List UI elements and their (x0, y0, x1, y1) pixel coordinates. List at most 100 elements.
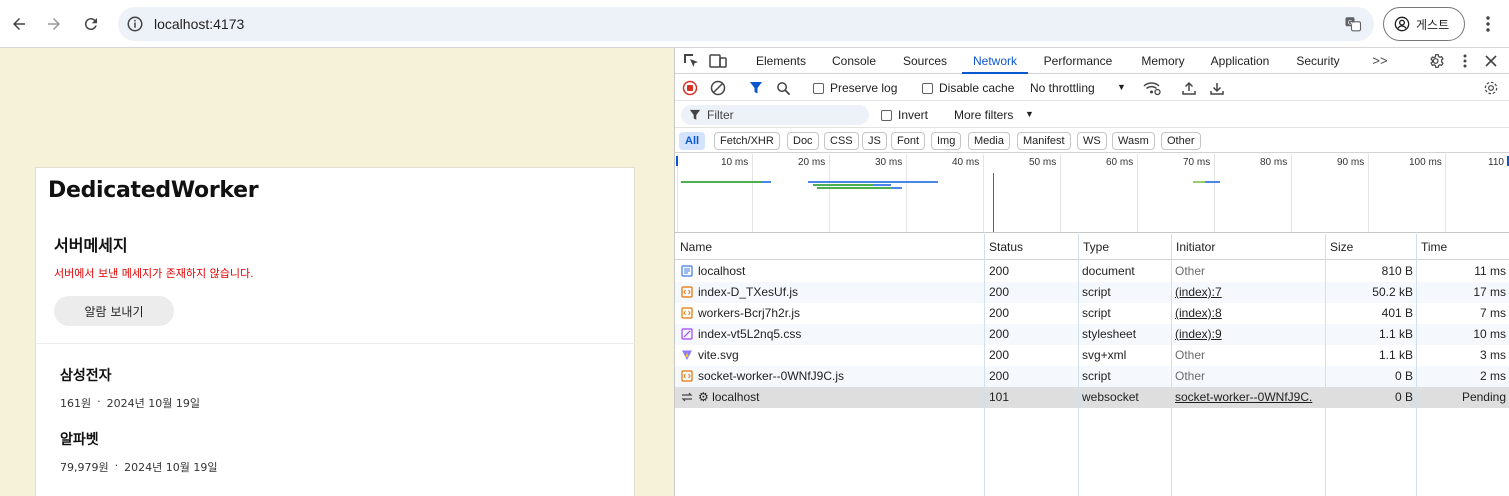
table-row[interactable]: ⚙ localhost 101 websocket socket-worker-… (675, 387, 1509, 408)
tab-network[interactable]: Network (962, 48, 1028, 74)
type-filter-ws[interactable]: WS (1077, 132, 1107, 150)
disable-cache-checkbox[interactable]: Disable cache (922, 81, 1014, 95)
type-filter-all[interactable]: All (679, 132, 706, 150)
inspect-element-icon[interactable] (682, 52, 700, 70)
address-bar[interactable]: localhost:4173 G (118, 7, 1374, 41)
send-alarm-button[interactable]: 알람 보내기 (54, 296, 174, 326)
record-stop-icon[interactable] (681, 79, 699, 97)
network-settings-icon[interactable] (1482, 79, 1500, 97)
reload-button[interactable] (77, 10, 105, 38)
request-status: 200 (989, 348, 1010, 362)
caret-down-icon[interactable]: ▼ (1025, 109, 1034, 119)
invert-checkbox[interactable]: Invert (881, 108, 928, 122)
tab-elements[interactable]: Elements (748, 48, 814, 74)
type-filter-css[interactable]: CSS (824, 132, 859, 150)
table-row[interactable]: localhost 200 document Other 810 B 11 ms (675, 261, 1509, 282)
error-message: 서버에서 보낸 메세지가 존재하지 않습니다. (54, 267, 254, 280)
request-bar (813, 184, 873, 186)
column-divider[interactable] (984, 234, 985, 496)
stock-name: 삼성전자 (60, 368, 112, 384)
column-divider[interactable] (1416, 234, 1417, 496)
type-filter-img[interactable]: Img (931, 132, 962, 150)
caret-down-icon[interactable]: ▼ (1117, 82, 1126, 92)
site-info-icon[interactable] (126, 15, 144, 33)
back-button[interactable] (5, 10, 33, 38)
table-row[interactable]: workers-Bcrj7h2r.js 200 script (index):8… (675, 303, 1509, 324)
checkbox-box[interactable] (922, 82, 933, 94)
request-bar (873, 184, 891, 186)
type-filter-media[interactable]: Media (968, 132, 1010, 150)
column-divider[interactable] (1078, 234, 1079, 496)
column-divider[interactable] (1325, 234, 1326, 496)
tab-memory[interactable]: Memory (1132, 48, 1194, 74)
profile-button[interactable]: 게스트 (1383, 7, 1465, 41)
type-filter-fetch-xhr[interactable]: Fetch/XHR (714, 132, 780, 150)
filter-input[interactable]: Filter (681, 105, 869, 125)
column-header-initiator[interactable]: Initiator (1171, 234, 1325, 260)
request-time: 2 ms (1479, 369, 1506, 383)
column-divider[interactable] (1171, 234, 1172, 496)
request-initiator-link[interactable]: (index):9 (1175, 324, 1323, 345)
column-header-status[interactable]: Status (984, 234, 1078, 260)
checkbox-box[interactable] (813, 82, 824, 94)
forward-button[interactable] (40, 10, 68, 38)
request-initiator-link[interactable]: (index):8 (1175, 303, 1323, 324)
more-filters-dropdown[interactable]: More filters (954, 108, 1013, 122)
divider (36, 343, 636, 344)
search-icon[interactable] (774, 79, 792, 97)
tick-label: 90 ms (1337, 157, 1365, 168)
request-size: 0 B (1394, 369, 1413, 383)
translate-icon[interactable]: G (1344, 15, 1362, 33)
request-status: 200 (989, 285, 1010, 299)
type-filter-other[interactable]: Other (1161, 132, 1201, 150)
tab-sources[interactable]: Sources (894, 48, 956, 74)
request-initiator: Other (1175, 348, 1206, 362)
request-status: 101 (989, 390, 1010, 404)
column-header-size[interactable]: Size (1325, 234, 1416, 260)
tab-console[interactable]: Console (823, 48, 885, 74)
tick-label: 80 ms (1260, 157, 1288, 168)
table-row[interactable]: index-vt5L2nq5.css 200 stylesheet (index… (675, 324, 1509, 345)
request-type: script (1082, 285, 1111, 299)
close-icon[interactable] (1482, 52, 1500, 70)
request-time: 11 ms (1474, 264, 1506, 278)
filter-icon[interactable] (747, 79, 765, 97)
table-row[interactable]: index-D_TXesUf.js 200 script (index):7 5… (675, 282, 1509, 303)
browser-menu-button[interactable] (1478, 13, 1498, 35)
network-overview-timeline[interactable]: 10 ms 20 ms 30 ms 40 ms 50 ms 60 ms 70 m… (675, 154, 1509, 233)
request-initiator-link[interactable]: (index):7 (1175, 282, 1323, 303)
column-header-name[interactable]: Name (675, 234, 984, 260)
network-conditions-icon[interactable] (1143, 79, 1161, 97)
request-size: 810 B (1381, 264, 1413, 278)
download-icon[interactable] (1208, 79, 1226, 97)
column-header-type[interactable]: Type (1078, 234, 1171, 260)
tab-performance[interactable]: Performance (1037, 48, 1119, 74)
tab-security[interactable]: Security (1288, 48, 1348, 74)
table-row[interactable]: socket-worker--0WNfJ9C.js 200 script Oth… (675, 366, 1509, 387)
more-tabs-button[interactable]: >> (1365, 48, 1395, 74)
type-filter-js[interactable]: JS (862, 132, 887, 150)
throttling-select[interactable]: No throttling (1030, 81, 1095, 95)
request-initiator-link[interactable]: socket-worker--0WNfJ9C. (1175, 387, 1323, 408)
table-row[interactable]: vite.svg 200 svg+xml Other 1.1 kB 3 ms (675, 345, 1509, 366)
preserve-log-checkbox[interactable]: Preserve log (813, 81, 897, 95)
clear-icon[interactable] (709, 79, 727, 97)
type-filter-manifest[interactable]: Manifest (1017, 132, 1071, 150)
meta-separator: · (97, 395, 101, 408)
tick-label: 40 ms (952, 157, 980, 168)
tick-label: 110 (1488, 157, 1504, 168)
selection-handle-left[interactable] (676, 156, 678, 166)
device-toolbar-icon[interactable] (709, 52, 727, 70)
devtools-menu-icon[interactable] (1456, 52, 1474, 70)
upload-icon[interactable] (1180, 79, 1198, 97)
type-filter-wasm[interactable]: Wasm (1112, 132, 1155, 150)
type-filter-font[interactable]: Font (891, 132, 926, 150)
column-header-time[interactable]: Time (1416, 234, 1509, 260)
tab-application[interactable]: Application (1204, 48, 1276, 74)
vite-icon (682, 350, 692, 360)
devtools-panel: Elements Console Sources Network Perform… (674, 48, 1509, 496)
checkbox-box[interactable] (881, 109, 892, 121)
type-filter-doc[interactable]: Doc (787, 132, 819, 150)
settings-icon[interactable] (1428, 52, 1446, 70)
request-time: Pending (1461, 390, 1506, 404)
